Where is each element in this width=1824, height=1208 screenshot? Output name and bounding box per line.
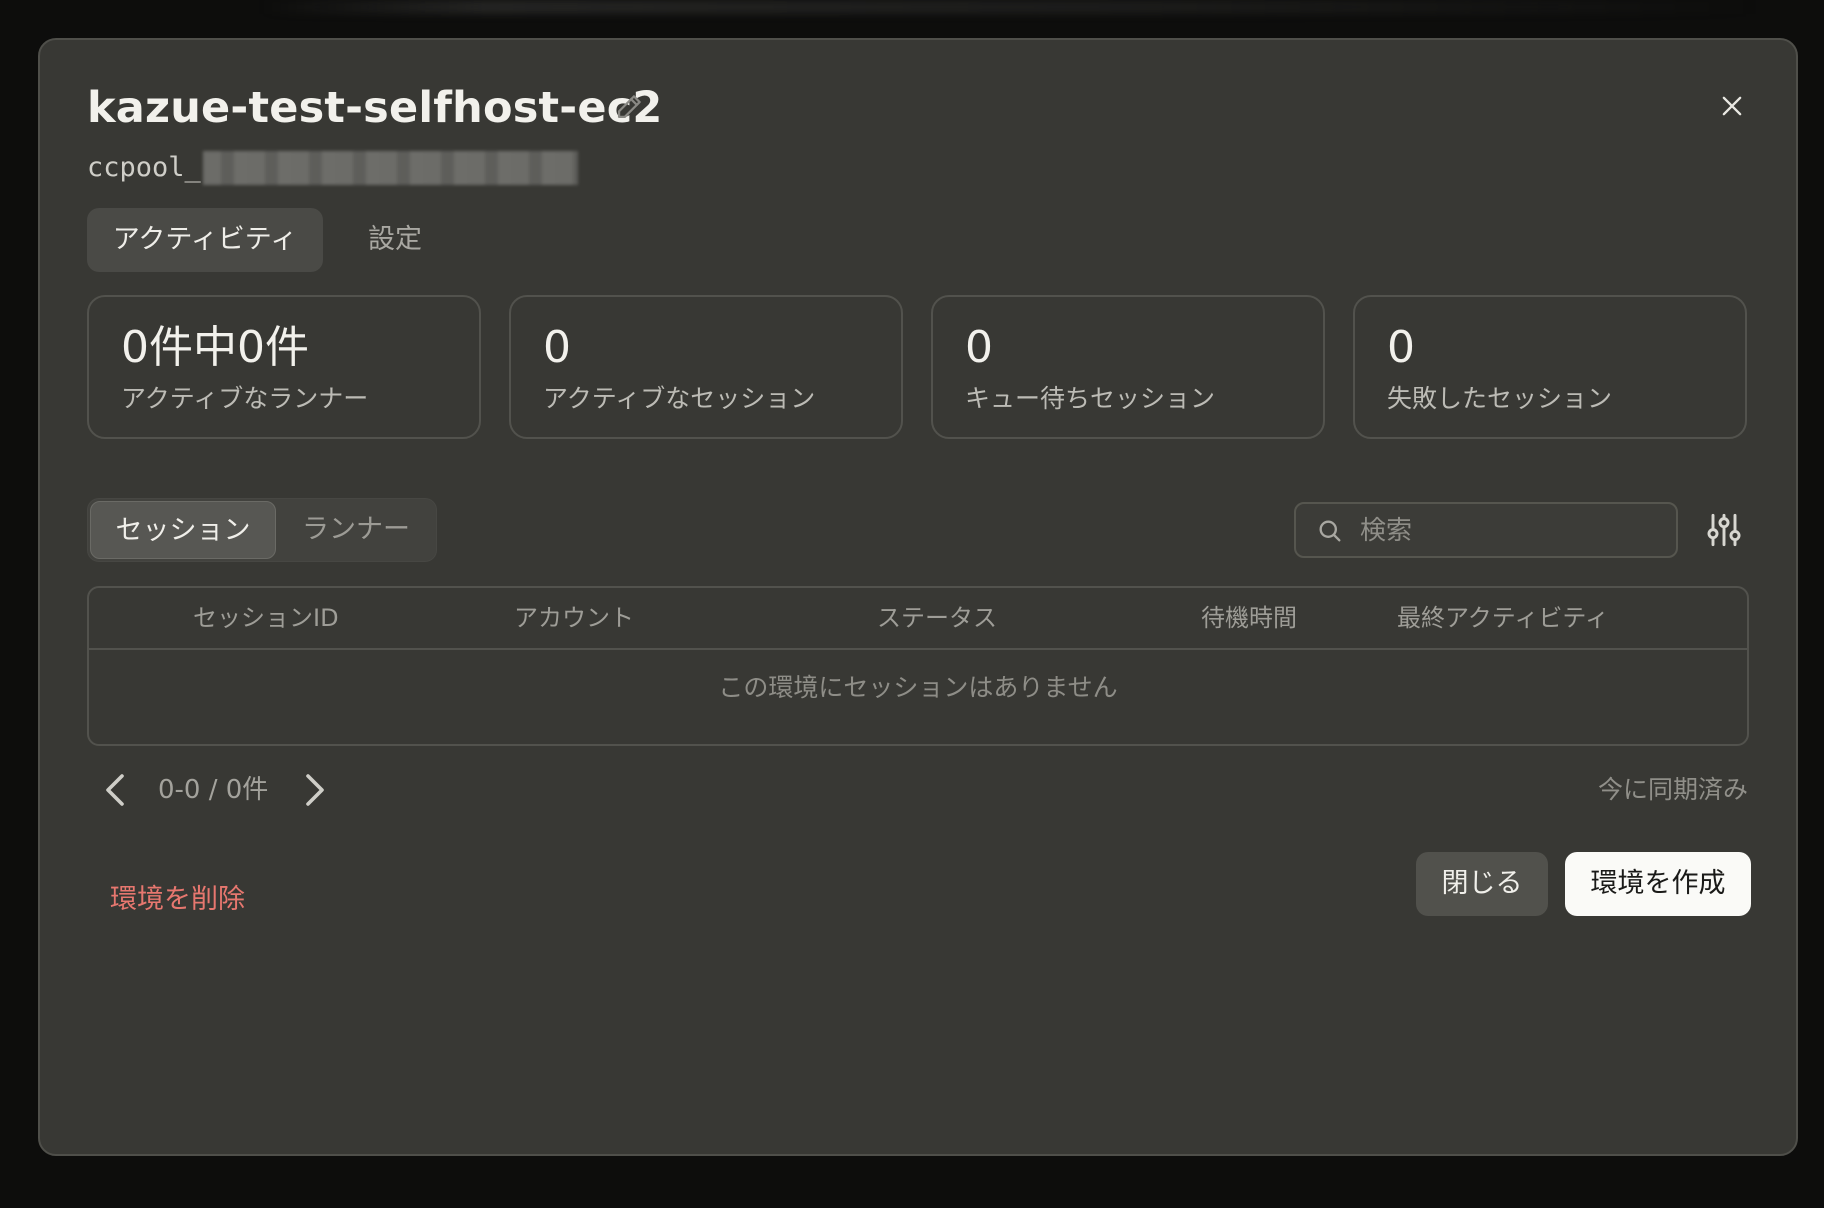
column-header-account[interactable]: アカウント	[514, 588, 634, 648]
stat-label: キュー待ちセッション	[965, 384, 1216, 413]
pencil-icon[interactable]	[612, 90, 646, 124]
segment-runners[interactable]: ランナー	[276, 501, 436, 559]
pool-id: ccpool_	[87, 148, 578, 188]
stat-value: 0	[1387, 322, 1415, 373]
stat-card-active-runners: 0件中0件 アクティブなランナー	[87, 295, 481, 439]
environment-dialog: kazue-test-selfhost-ec2 ccpool_ アクティビティ …	[38, 38, 1798, 1156]
chevron-left-icon[interactable]	[98, 770, 134, 810]
dialog-title: kazue-test-selfhost-ec2	[87, 83, 663, 133]
tab-settings[interactable]: 設定	[353, 208, 437, 272]
stat-card-failed-sessions: 0 失敗したセッション	[1353, 295, 1747, 439]
close-icon[interactable]	[1712, 86, 1752, 126]
search-input[interactable]	[1358, 510, 1662, 552]
search-box	[1294, 502, 1678, 558]
table-header: セッションID アカウント ステータス 待機時間 最終アクティビティ	[89, 588, 1747, 650]
stat-label: アクティブなセッション	[543, 384, 816, 413]
session-runner-toggle: セッション ランナー	[87, 498, 437, 562]
close-button[interactable]: 閉じる	[1416, 852, 1548, 916]
sliders-icon[interactable]	[1702, 508, 1746, 552]
search-icon	[1316, 517, 1344, 545]
pool-id-prefix: ccpool_	[87, 152, 201, 183]
stat-label: 失敗したセッション	[1387, 384, 1613, 413]
column-header-session-id[interactable]: セッションID	[193, 588, 339, 648]
pagination-info: 0-0 / 0件	[158, 775, 269, 805]
stat-card-active-sessions: 0 アクティブなセッション	[509, 295, 903, 439]
stat-value: 0件中0件	[121, 322, 309, 373]
stat-label: アクティブなランナー	[121, 384, 369, 413]
redacted-pool-id	[202, 151, 578, 185]
stat-card-queued-sessions: 0 キュー待ちセッション	[931, 295, 1325, 439]
chevron-right-icon[interactable]	[296, 770, 332, 810]
column-header-wait-time[interactable]: 待機時間	[1201, 588, 1297, 648]
stat-value: 0	[543, 322, 571, 373]
tab-activity[interactable]: アクティビティ	[87, 208, 323, 272]
delete-environment-button[interactable]: 環境を削除	[110, 880, 245, 920]
empty-state-message: この環境にセッションはありません	[718, 673, 1118, 702]
column-header-status[interactable]: ステータス	[877, 588, 997, 648]
column-header-last-activity[interactable]: 最終アクティビティ	[1397, 588, 1609, 648]
background-overlay	[260, 0, 1760, 14]
sessions-table: セッションID アカウント ステータス 待機時間 最終アクティビティ この環境に…	[87, 586, 1749, 746]
segment-sessions[interactable]: セッション	[90, 501, 276, 559]
sync-status: 今に同期済み	[1597, 775, 1748, 804]
create-environment-button[interactable]: 環境を作成	[1565, 852, 1751, 916]
stat-value: 0	[965, 322, 993, 373]
